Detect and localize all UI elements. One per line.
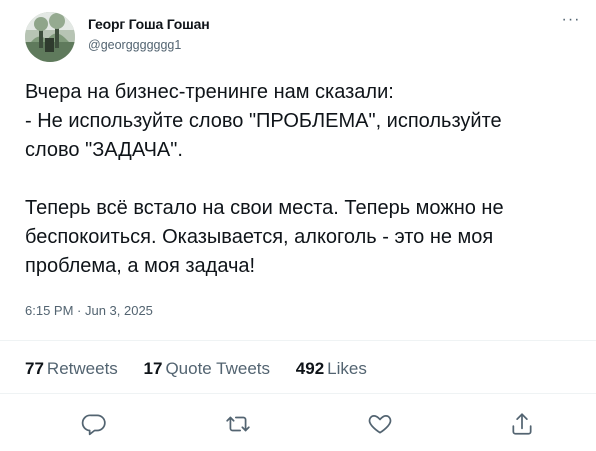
tweet-text: Вчера на бизнес-тренинге нам сказали: - … (25, 78, 585, 281)
tweet-line: беспокоиться. Оказывается, алкоголь - эт… (25, 226, 494, 248)
heart-icon (368, 415, 392, 434)
quote-tweets-stat[interactable]: 17 Quote Tweets (144, 359, 271, 379)
likes-stat[interactable]: 492 Likes (296, 359, 367, 379)
avatar[interactable] (25, 12, 75, 62)
reply-button[interactable] (78, 408, 110, 440)
retweets-label: Retweets (46, 359, 118, 378)
display-name[interactable]: Георг Гоша Гошан (88, 16, 210, 32)
tweet-card: Георг Гоша Гошан @georggggggg1 ··· Вчера… (0, 0, 596, 451)
share-icon (512, 413, 532, 435)
tweet-line: Теперь всё встало на свои места. Теперь … (25, 197, 504, 219)
tweet-line: Вчера на бизнес-тренинге нам сказали: (25, 81, 394, 103)
tweet-line: - Не используйте слово "ПРОБЛЕМА", испол… (25, 110, 502, 132)
user-handle[interactable]: @georggggggg1 (88, 38, 181, 52)
retweets-stat[interactable]: 77 Retweets (25, 359, 118, 379)
divider (0, 340, 596, 341)
tweet-line: проблема, а моя задача! (25, 255, 256, 277)
share-button[interactable] (506, 408, 538, 440)
more-horizontal-icon: ··· (561, 11, 581, 28)
divider (0, 393, 596, 394)
tweet-line: слово "ЗАДАЧА". (25, 139, 183, 161)
reply-icon (81, 414, 106, 436)
likes-count: 492 (295, 359, 325, 378)
tweet-timestamp[interactable]: 6:15 PM · Jun 3, 2025 (25, 303, 153, 318)
quote-tweets-count: 17 (143, 359, 163, 378)
avatar-image (25, 12, 75, 62)
retweet-button[interactable] (222, 408, 254, 440)
retweet-icon (226, 416, 250, 432)
more-options-button[interactable]: ··· (556, 10, 586, 30)
likes-label: Likes (327, 359, 367, 378)
retweets-count: 77 (25, 359, 44, 378)
tweet-line-spacer (25, 165, 585, 194)
tweet-stats: 77 Retweets 17 Quote Tweets 492 Likes (25, 359, 388, 379)
like-button[interactable] (364, 408, 396, 440)
quote-tweets-label: Quote Tweets (165, 359, 271, 378)
